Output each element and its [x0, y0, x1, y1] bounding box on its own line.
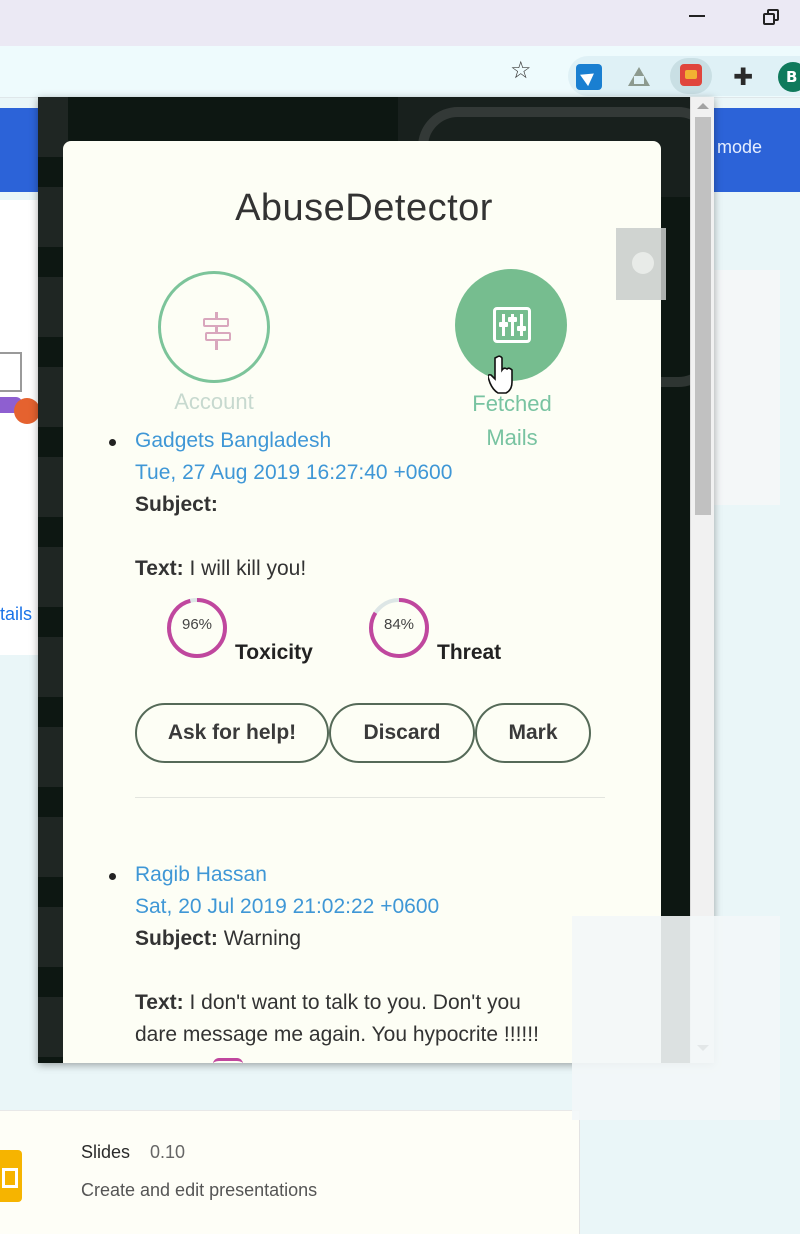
sync-icon: [14, 398, 40, 424]
slides-icon: [0, 1150, 22, 1202]
mail-date[interactable]: Tue, 27 Aug 2019 16:27:40 +0600: [135, 457, 635, 489]
account-label[interactable]: Account: [158, 389, 270, 415]
background-overlay: [572, 916, 780, 1120]
text-label: Text:: [135, 557, 184, 580]
minimize-icon[interactable]: [684, 6, 714, 28]
app-title: AbuseDetector: [235, 187, 493, 229]
mail-item: Gadgets Bangladesh Tue, 27 Aug 2019 16:2…: [109, 425, 635, 585]
slides-name: Slides: [81, 1142, 131, 1162]
slides-extension-card: [0, 1110, 580, 1234]
profile-avatar[interactable]: B: [778, 62, 800, 92]
subject-label: Subject:: [135, 927, 218, 950]
toxicity-percent: 96%: [181, 616, 213, 633]
mail-text-continued: dare message me again. You hypocrite !!!…: [135, 1023, 539, 1046]
mail-text: I don't want to talk to you. Don't you: [189, 991, 521, 1014]
bullet: [109, 439, 116, 446]
mail-sender[interactable]: Ragib Hassan: [135, 859, 635, 891]
mode-toggle-label[interactable]: r mode: [706, 137, 762, 158]
slides-description: Create and edit presentations: [81, 1180, 318, 1200]
mail-actions: Ask for help! Discard Mark: [135, 703, 605, 765]
settings-gear-icon[interactable]: [616, 228, 666, 300]
details-link[interactable]: tails: [0, 604, 32, 625]
account-button[interactable]: [158, 271, 270, 383]
mail-item: Ragib Hassan Sat, 20 Jul 2019 21:02:22 +…: [109, 859, 635, 1051]
sliders-icon: [493, 307, 531, 343]
mail-divider: [135, 797, 605, 798]
mail-sender[interactable]: Gadgets Bangladesh: [135, 425, 635, 457]
puzzle-extensions-icon[interactable]: ✚: [730, 64, 756, 90]
toxicity-label: Toxicity: [235, 641, 313, 664]
mail-date[interactable]: Sat, 20 Jul 2019 21:02:22 +0600: [135, 891, 635, 923]
ask-for-help-button[interactable]: Ask for help!: [135, 703, 329, 763]
bullet: [109, 873, 116, 880]
hand-cursor-icon: [488, 355, 513, 394]
abusedetector-extension-icon[interactable]: [670, 58, 712, 94]
restore-icon[interactable]: [758, 6, 788, 28]
window-titlebar: [0, 0, 800, 46]
mail-subject: Warning: [223, 927, 302, 950]
discard-button[interactable]: Discard: [329, 703, 475, 763]
threat-label: Threat: [437, 641, 502, 664]
text-label: Text:: [135, 991, 184, 1014]
scroll-up-icon[interactable]: [697, 103, 709, 109]
pointer-extension-icon[interactable]: [576, 64, 602, 90]
toxicity-ring: 96%: [165, 596, 229, 660]
threat-percent: 84%: [383, 616, 415, 633]
scroll-thumb[interactable]: [695, 117, 711, 515]
subject-label: Subject:: [135, 493, 218, 516]
slides-version: 0.10: [150, 1142, 186, 1162]
mark-button[interactable]: Mark: [475, 703, 591, 763]
signpost-icon: [201, 312, 233, 350]
threat-ring: 84%: [367, 596, 431, 660]
mail-text: I will kill you!: [189, 557, 307, 580]
drive-extension-icon[interactable]: [626, 64, 652, 90]
star-icon[interactable]: ☆: [510, 58, 532, 82]
file-icon: [0, 352, 22, 392]
next-score-ring: [213, 1058, 243, 1063]
